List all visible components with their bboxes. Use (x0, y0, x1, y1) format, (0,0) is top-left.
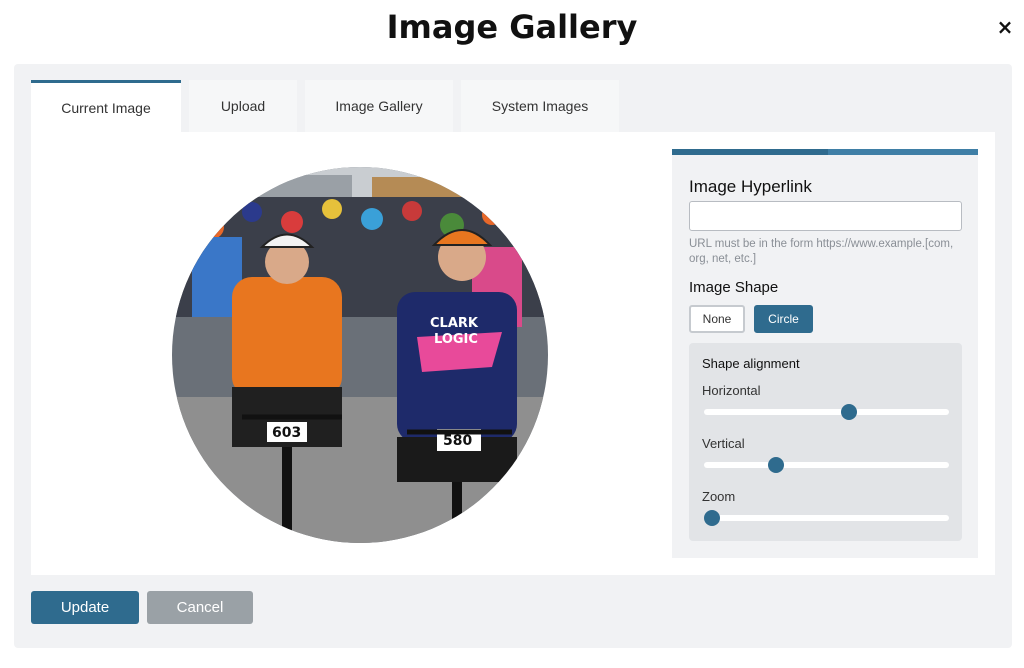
vertical-slider[interactable] (704, 457, 949, 473)
editor-panel: Current Image Upload Image Gallery Syste… (14, 64, 1012, 648)
hyperlink-input[interactable] (689, 201, 962, 231)
cancel-button[interactable]: Cancel (147, 591, 253, 624)
tab-image-gallery[interactable]: Image Gallery (305, 80, 453, 132)
tab-system-images[interactable]: System Images (461, 80, 619, 132)
bib-number-603: 603 (272, 425, 301, 441)
current-image-preview: 603 CLARK LOGIC 580 (172, 167, 548, 543)
close-icon[interactable]: × (994, 14, 1016, 40)
zoom-slider-thumb[interactable] (704, 510, 720, 526)
tab-upload[interactable]: Upload (189, 80, 297, 132)
shape-alignment-box: Shape alignment Horizontal Vertical Zoom (689, 343, 962, 541)
bib-number-580: 580 (443, 433, 472, 449)
tab-content: 603 CLARK LOGIC 580 Image Hyperlink URL … (31, 132, 995, 575)
hyperlink-hint: URL must be in the form https://www.exam… (689, 238, 954, 265)
shape-none-button[interactable]: None (689, 305, 745, 333)
hyperlink-heading: Image Hyperlink (689, 177, 812, 196)
modal-header: Image Gallery × (0, 0, 1024, 60)
zoom-label: Zoom (702, 489, 736, 504)
tab-current-image[interactable]: Current Image (31, 80, 181, 132)
panel-accent-bar-highlight (828, 149, 978, 155)
vertical-label: Vertical (702, 436, 745, 451)
horizontal-slider[interactable] (704, 404, 949, 420)
vertical-slider-thumb[interactable] (768, 457, 785, 473)
shape-circle-button[interactable]: Circle (754, 305, 813, 333)
modal-title: Image Gallery (386, 8, 638, 46)
zoom-slider[interactable] (704, 510, 949, 526)
tab-bar: Current Image Upload Image Gallery Syste… (31, 80, 627, 132)
horizontal-label: Horizontal (702, 383, 761, 398)
jersey-text-clark: CLARK (430, 316, 479, 331)
shape-alignment-title: Shape alignment (702, 356, 800, 371)
horizontal-slider-thumb[interactable] (841, 404, 858, 420)
cyclists-photo: 603 CLARK LOGIC 580 (172, 167, 548, 543)
jersey-text-logic: LOGIC (434, 332, 478, 347)
image-settings-panel: Image Hyperlink URL must be in the form … (672, 149, 978, 558)
image-shape-heading: Image Shape (689, 279, 779, 296)
update-button[interactable]: Update (31, 591, 139, 624)
